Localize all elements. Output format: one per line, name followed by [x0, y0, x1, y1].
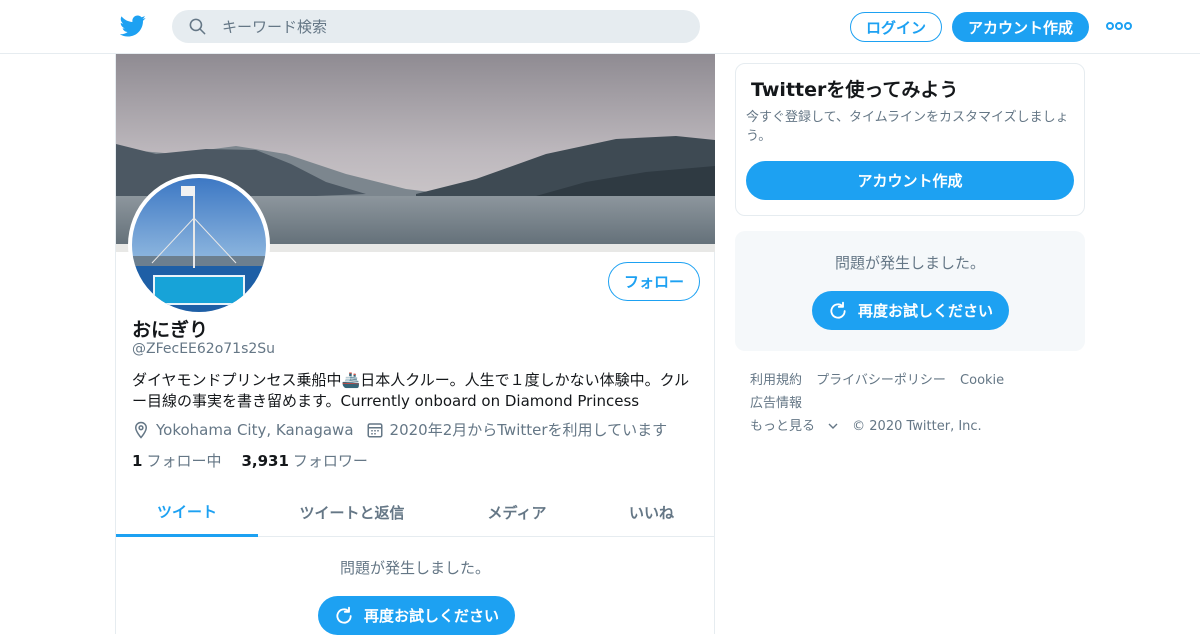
avatar-image — [132, 178, 266, 312]
footer-link-privacy[interactable]: プライバシーポリシー — [816, 373, 946, 388]
profile-meta: Yokohama City, Kanagawa 2020年2月からTwitter… — [132, 419, 667, 440]
footer-more-label: もっと見る — [750, 419, 816, 434]
signup-card: Twitterを使ってみよう 今すぐ登録して、タイムラインをカスタマイズしましょ… — [735, 63, 1085, 216]
profile-counts: 1 フォロー中 3,931 フォロワー — [132, 450, 368, 471]
chevron-down-icon — [828, 423, 838, 429]
sidebar-retry-label: 再度お試しください — [857, 302, 993, 320]
timeline-retry-button[interactable]: 再度お試しください — [318, 596, 515, 635]
followers-label: フォロワー — [292, 452, 368, 470]
followers-count: 3,931 — [241, 452, 289, 470]
tab-tweets-and-replies[interactable]: ツイートと返信 — [258, 488, 446, 537]
search-icon — [189, 18, 206, 35]
timeline-retry-label: 再度お試しください — [363, 607, 499, 625]
profile-avatar[interactable] — [128, 174, 270, 316]
refresh-icon — [336, 606, 352, 624]
tab-likes[interactable]: いいね — [588, 488, 715, 537]
profile-bio: ダイヤモンドプリンセス乗船中🚢日本人クルー。人生で１度しかない体験中。クルー目線… — [132, 371, 690, 410]
sidebar-error-card: 問題が発生しました。 再度お試しください — [735, 231, 1085, 351]
following-stat[interactable]: 1 フォロー中 — [132, 450, 221, 471]
tab-media[interactable]: メディア — [446, 488, 588, 537]
sidebar-retry-button[interactable]: 再度お試しください — [812, 291, 1009, 330]
calendar-icon — [367, 422, 383, 437]
twitter-bird-icon[interactable] — [120, 13, 146, 39]
signup-card-button[interactable]: アカウント作成 — [746, 161, 1074, 200]
following-label: フォロー中 — [146, 452, 222, 470]
timeline-error-text: 問題が発生しました。 — [340, 559, 491, 577]
more-options-icon[interactable] — [1106, 20, 1132, 32]
signup-button[interactable]: アカウント作成 — [952, 12, 1089, 42]
footer-link-terms[interactable]: 利用規約 — [750, 373, 802, 388]
profile-column: フォロー おにぎり @ZFecEE62o71s2Su ダイヤモンドプリンセス乗船… — [115, 54, 715, 635]
footer-more-link[interactable]: もっと見る — [750, 419, 838, 434]
search-input[interactable] — [222, 10, 682, 43]
login-button[interactable]: ログイン — [850, 12, 942, 42]
profile-location: Yokohama City, Kanagawa — [156, 420, 354, 439]
search-bar — [172, 10, 700, 43]
sidebar-footer: 利用規約 プライバシーポリシー Cookie 広告情報 もっと見る © 2020… — [750, 369, 1080, 438]
profile-handle[interactable]: @ZFecEE62o71s2Su — [132, 341, 275, 357]
signup-card-description: 今すぐ登録して、タイムラインをカスタマイズしましょう。 — [746, 110, 1069, 144]
footer-link-ads[interactable]: 広告情報 — [750, 396, 802, 411]
top-nav: ログイン アカウント作成 — [0, 0, 1200, 54]
footer-link-cookie[interactable]: Cookie — [960, 373, 1004, 388]
following-count: 1 — [132, 452, 143, 470]
profile-name: おにぎり — [132, 319, 209, 341]
followers-stat[interactable]: 3,931 フォロワー — [241, 450, 367, 471]
signup-card-title: Twitterを使ってみよう — [751, 79, 959, 101]
footer-copyright: © 2020 Twitter, Inc. — [852, 419, 982, 434]
profile-tabs: ツイート ツイートと返信 メディア いいね — [116, 488, 715, 537]
sidebar-error-text: 問題が発生しました。 — [835, 254, 986, 272]
profile-joined-date: 2020年2月からTwitterを利用しています — [389, 421, 668, 439]
location-pin-icon — [134, 421, 148, 439]
follow-button[interactable]: フォロー — [608, 262, 700, 301]
tab-tweets[interactable]: ツイート — [116, 488, 258, 537]
refresh-icon — [830, 301, 846, 319]
